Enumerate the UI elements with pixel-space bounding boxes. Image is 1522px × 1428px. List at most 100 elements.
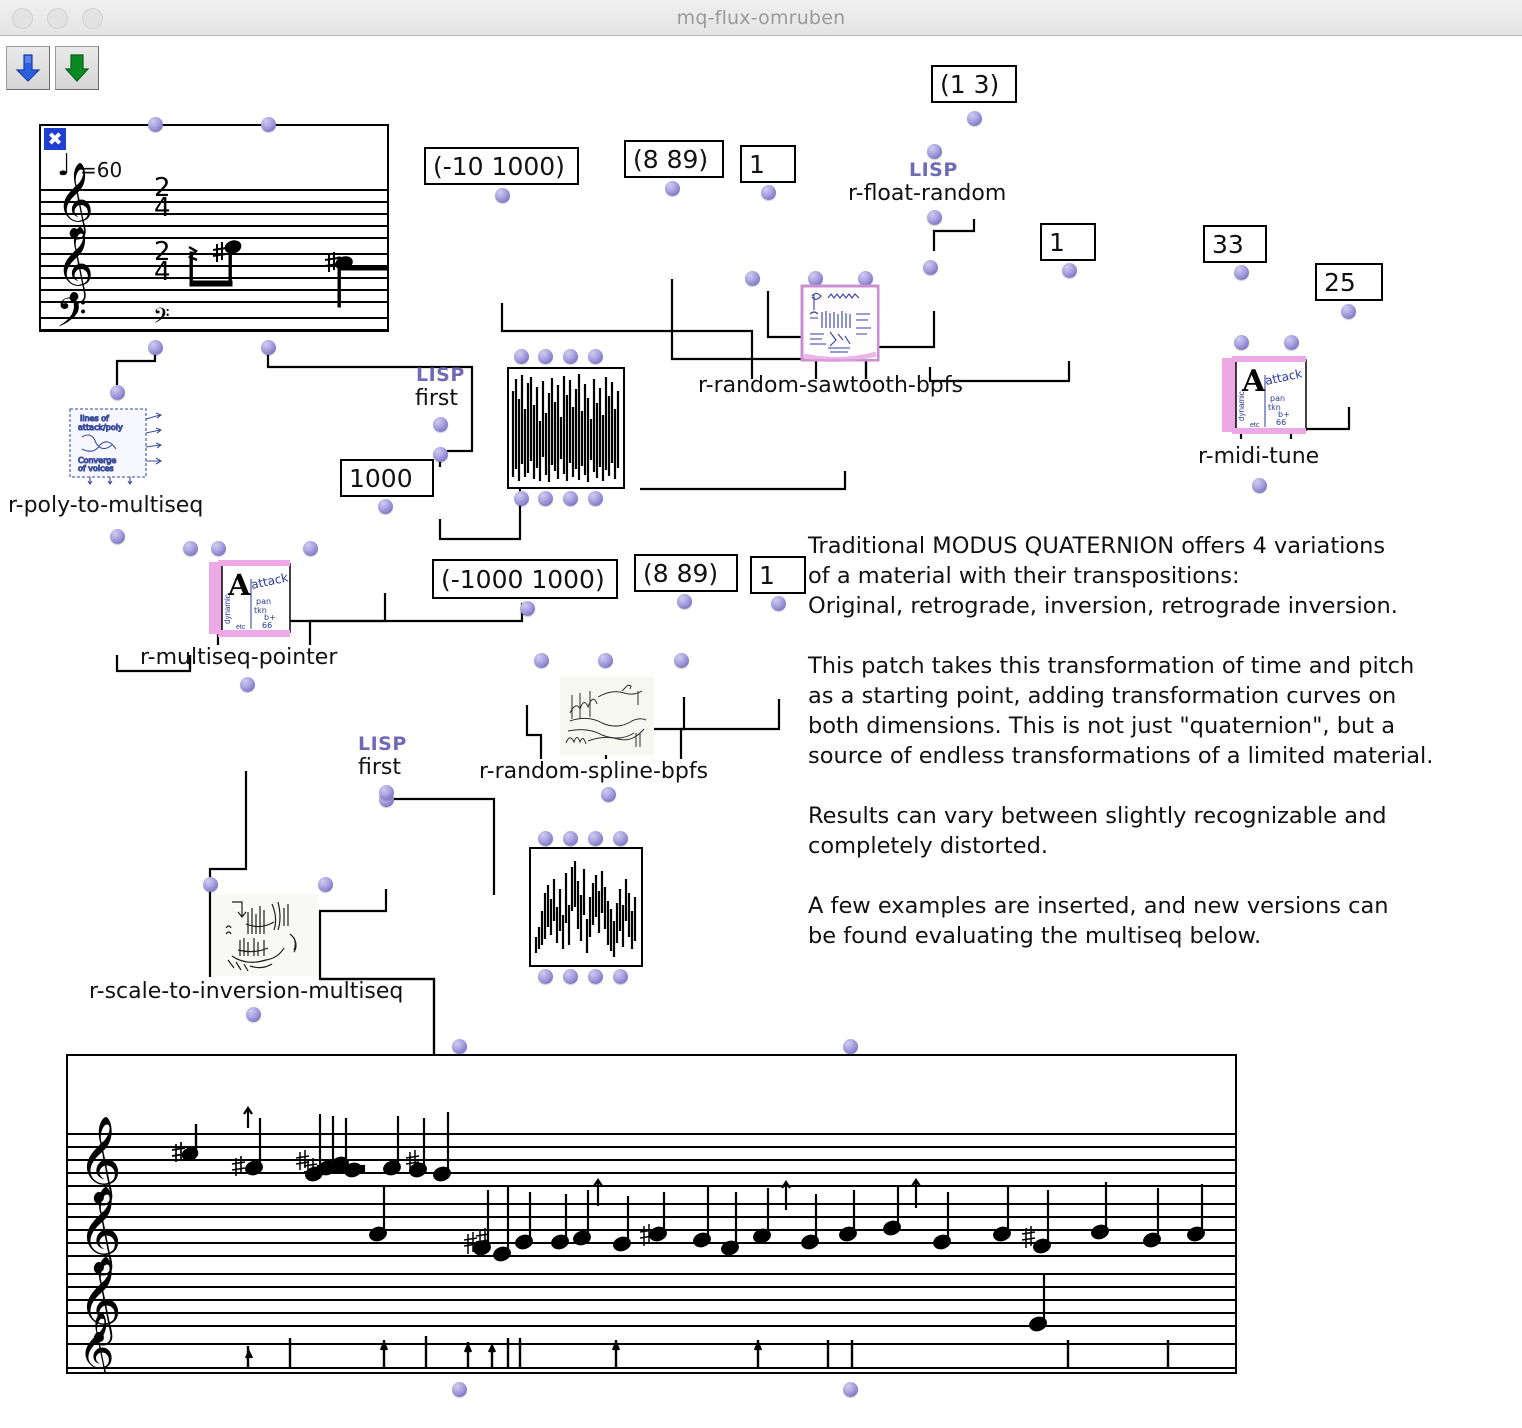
sawtooth-inlet[interactable] — [745, 271, 760, 286]
sawtooth-inlet[interactable] — [923, 260, 938, 275]
numbox-out-port[interactable] — [495, 188, 510, 203]
numbox-33[interactable]: 33 — [1203, 225, 1267, 263]
sawtooth-thumbnail[interactable] — [800, 284, 884, 366]
float-random-outlet[interactable] — [927, 210, 942, 225]
poly-to-multiseq-thumbnail[interactable]: lines of attack/poly Converge of voices — [68, 407, 168, 485]
bpf-upper-inlet[interactable] — [563, 349, 578, 364]
spline-inlet[interactable] — [534, 653, 549, 668]
numbox-neg1000-1000[interactable]: (-1000 1000) — [432, 559, 618, 599]
midi-tune-thumbnail[interactable]: A attack pan tkn b+ 66 dynamic etc — [1218, 355, 1312, 437]
midi-tune-inlet[interactable] — [1234, 335, 1249, 350]
scale-to-inversion-thumbnail[interactable] — [212, 894, 318, 976]
bottom-score-inlet[interactable] — [843, 1039, 858, 1054]
numbox-1-3[interactable]: (1 3) — [931, 65, 1017, 103]
first-top-inlet[interactable] — [433, 447, 448, 462]
scale-to-inversion-inlet[interactable] — [318, 877, 333, 892]
numbox-8-89-top[interactable]: (8 89) — [624, 140, 724, 178]
bpf-upper-outlet[interactable] — [514, 491, 529, 506]
bpf-upper-inlet[interactable] — [514, 349, 529, 364]
numbox-out-port[interactable] — [520, 601, 535, 616]
score-port-in[interactable] — [148, 117, 163, 132]
bpf-upper-outlet[interactable] — [588, 491, 603, 506]
bpf-lower-inlet[interactable] — [613, 831, 628, 846]
numbox-out-port[interactable] — [761, 185, 776, 200]
down-arrow-blue-icon — [15, 54, 41, 82]
close-button[interactable] — [12, 8, 33, 29]
numbox-out-port[interactable] — [1234, 265, 1249, 280]
top-score-editor[interactable]: ♩ =60 𝄞 2 4 𝄞 2 4 𝄢 𝄢 ✖ — [39, 124, 389, 332]
svg-text:𝄞: 𝄞 — [78, 1310, 115, 1372]
bottom-score-inlet[interactable] — [452, 1039, 467, 1054]
bpf-upper-display[interactable] — [507, 367, 625, 489]
spline-waveform — [534, 861, 637, 957]
bpf-lower-outlet[interactable] — [613, 969, 628, 984]
float-random-label: r-float-random — [848, 181, 1007, 206]
zoom-button[interactable] — [82, 8, 103, 29]
bpf-lower-inlet[interactable] — [588, 831, 603, 846]
bottom-score-outlet[interactable] — [843, 1382, 858, 1397]
bpf-lower-outlet[interactable] — [563, 969, 578, 984]
top-score-notes — [187, 240, 387, 308]
poly-to-multiseq-inlet[interactable] — [110, 385, 125, 400]
numbox-1-top[interactable]: 1 — [740, 145, 796, 183]
first-top-outlet[interactable] — [433, 417, 448, 432]
numbox-1-bottom[interactable]: 1 — [750, 556, 806, 594]
bpf-upper-outlet[interactable] — [563, 491, 578, 506]
bpf-lower-outlet[interactable] — [538, 969, 553, 984]
multiseq-pointer-thumbnail[interactable]: A attack pan tkn b+ 66 dynamic etc — [206, 559, 298, 641]
bottom-score-editor[interactable]: 𝄞 𝄞 𝄞 𝄞 — [66, 1054, 1237, 1374]
eval-down-blue-button[interactable] — [6, 46, 50, 90]
minimize-button[interactable] — [47, 8, 68, 29]
bpf-upper-inlet[interactable] — [588, 349, 603, 364]
bpf-lower-inlet[interactable] — [563, 831, 578, 846]
spline-thumbnail[interactable] — [560, 677, 654, 755]
sawtooth-waveform — [511, 374, 620, 482]
multiseq-pointer-inlet[interactable] — [303, 541, 318, 556]
patch-canvas[interactable]: ♩ =60 𝄞 2 4 𝄞 2 4 𝄢 𝄢 ✖ (-10 1000) (8 89… — [0, 65, 1522, 1428]
spline-inlet[interactable] — [598, 653, 613, 668]
multiseq-pointer-inlet[interactable] — [211, 541, 226, 556]
score-port-out[interactable] — [261, 340, 276, 355]
svg-text:etc: etc — [236, 624, 246, 631]
spline-inlet[interactable] — [674, 653, 689, 668]
time-signature: 𝄢 — [153, 304, 170, 332]
numbox-8-89-bottom[interactable]: (8 89) — [634, 554, 738, 592]
score-port-out[interactable] — [148, 340, 163, 355]
numbox-25[interactable]: 25 — [1315, 263, 1383, 301]
numbox-out-port[interactable] — [378, 499, 393, 514]
bpf-lower-inlet[interactable] — [538, 831, 553, 846]
numbox-out-port[interactable] — [1062, 263, 1077, 278]
spline-outlet[interactable] — [601, 787, 616, 802]
multiseq-pointer-inlet[interactable] — [183, 541, 198, 556]
bpf-lower-outlet[interactable] — [588, 969, 603, 984]
bpf-lower-display[interactable] — [529, 847, 643, 967]
spline-label: r-random-spline-bpfs — [479, 759, 709, 784]
close-marker-icon[interactable]: ✖ — [44, 128, 66, 150]
numbox-out-port[interactable] — [1341, 304, 1356, 319]
bpf-upper-outlet[interactable] — [538, 491, 553, 506]
numbox-out-port[interactable] — [967, 111, 982, 126]
bottom-score-outlet[interactable] — [452, 1382, 467, 1397]
numbox-out-port[interactable] — [677, 594, 692, 609]
numbox-neg10-1000[interactable]: (-10 1000) — [424, 147, 579, 185]
numbox-out-port[interactable] — [665, 181, 680, 196]
eval-down-green-button[interactable] — [55, 46, 99, 90]
numbox-out-port[interactable] — [771, 596, 786, 611]
score-port-in[interactable] — [261, 117, 276, 132]
scale-to-inversion-outlet[interactable] — [246, 1007, 261, 1022]
title-bar: mq-flux-omruben — [0, 0, 1522, 36]
bass-clef-icon: 𝄢 — [56, 290, 87, 332]
window-controls — [12, 8, 103, 29]
midi-tune-inlet[interactable] — [1284, 335, 1299, 350]
first-bottom-outlet[interactable] — [379, 785, 394, 800]
numbox-1-right[interactable]: 1 — [1040, 223, 1096, 261]
bpf-upper-inlet[interactable] — [538, 349, 553, 364]
window-title: mq-flux-omruben — [676, 6, 846, 29]
float-random-inlet[interactable] — [927, 144, 942, 159]
midi-tune-label: r-midi-tune — [1198, 444, 1320, 469]
numbox-1000[interactable]: 1000 — [340, 459, 434, 497]
midi-tune-outlet[interactable] — [1252, 478, 1267, 493]
multiseq-pointer-outlet[interactable] — [240, 677, 255, 692]
scale-to-inversion-inlet[interactable] — [203, 877, 218, 892]
poly-to-multiseq-outlet[interactable] — [110, 529, 125, 544]
